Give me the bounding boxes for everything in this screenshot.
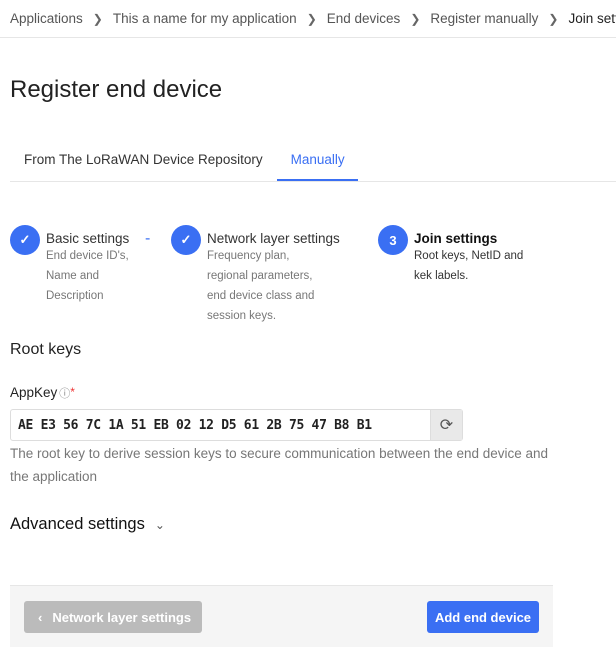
appkey-label-text: AppKey [10,385,58,400]
required-marker: * [70,385,75,399]
chevron-right-icon: ❯ [410,11,421,26]
breadcrumb: Applications ❯ This a name for my applica… [0,0,616,38]
appkey-field[interactable]: AE E3 56 7C 1A 51 EB 02 12 D5 61 2B 75 4… [10,409,463,441]
step-desc: Root keys, NetID and kek labels. [414,250,524,282]
step-join-settings: 3 Join settings Root keys, NetID and kek … [378,225,539,286]
step-title: Basic settings [46,231,130,246]
generate-key-button[interactable]: ⟳ [430,410,462,440]
step-desc: Frequency plan, regional parameters, end… [207,250,315,322]
breadcrumb-current: Join settings [568,11,616,26]
step-basic-settings: ✓ Basic settings End device ID's, Name an… [10,225,136,306]
check-icon: ✓ [171,225,201,255]
step-divider: - [145,230,151,247]
back-label: Network layer settings [52,609,192,625]
chevron-right-icon: ❯ [306,11,317,26]
breadcrumb-application[interactable]: This a name for my application [113,11,297,26]
check-icon: ✓ [10,225,40,255]
section-title: Root keys [10,341,82,358]
advanced-settings-label: Advanced settings [10,515,145,533]
tab-device-repository[interactable]: From The LoRaWAN Device Repository [10,140,277,181]
appkey-help: The root key to derive session keys to s… [10,446,549,484]
breadcrumb-applications[interactable]: Applications [10,11,83,26]
footer: ‹ Network layer settings Add end device [10,585,553,647]
step-title: Network layer settings [207,231,340,246]
help-icon[interactable]: ⓘ [59,388,70,400]
page-title: Register end device [10,76,223,103]
step-number: 3 [378,225,408,255]
step-network-layer: ✓ Network layer settings Frequency plan, … [171,225,340,326]
step-title: Join settings [414,231,498,246]
tab-manually[interactable]: Manually [276,140,358,181]
refresh-icon: ⟳ [439,417,454,434]
tabs: From The LoRaWAN Device Repository Manua… [10,140,616,182]
breadcrumb-register-manually[interactable]: Register manually [430,11,538,26]
chevron-left-icon: ‹ [38,609,43,625]
chevron-right-icon: ❯ [548,11,559,26]
chevron-down-icon: ⌄ [154,518,165,532]
back-button[interactable]: ‹ Network layer settings [24,601,202,633]
appkey-input[interactable]: AE E3 56 7C 1A 51 EB 02 12 D5 61 2B 75 4… [11,410,430,440]
chevron-right-icon: ❯ [92,11,103,26]
step-desc: End device ID's, Name and Description [46,250,129,302]
appkey-label: AppKey ⓘ* [10,385,75,401]
advanced-settings-toggle[interactable]: Advanced settings ⌄ [10,515,165,534]
add-end-device-button[interactable]: Add end device [427,601,539,633]
breadcrumb-end-devices[interactable]: End devices [327,11,401,26]
